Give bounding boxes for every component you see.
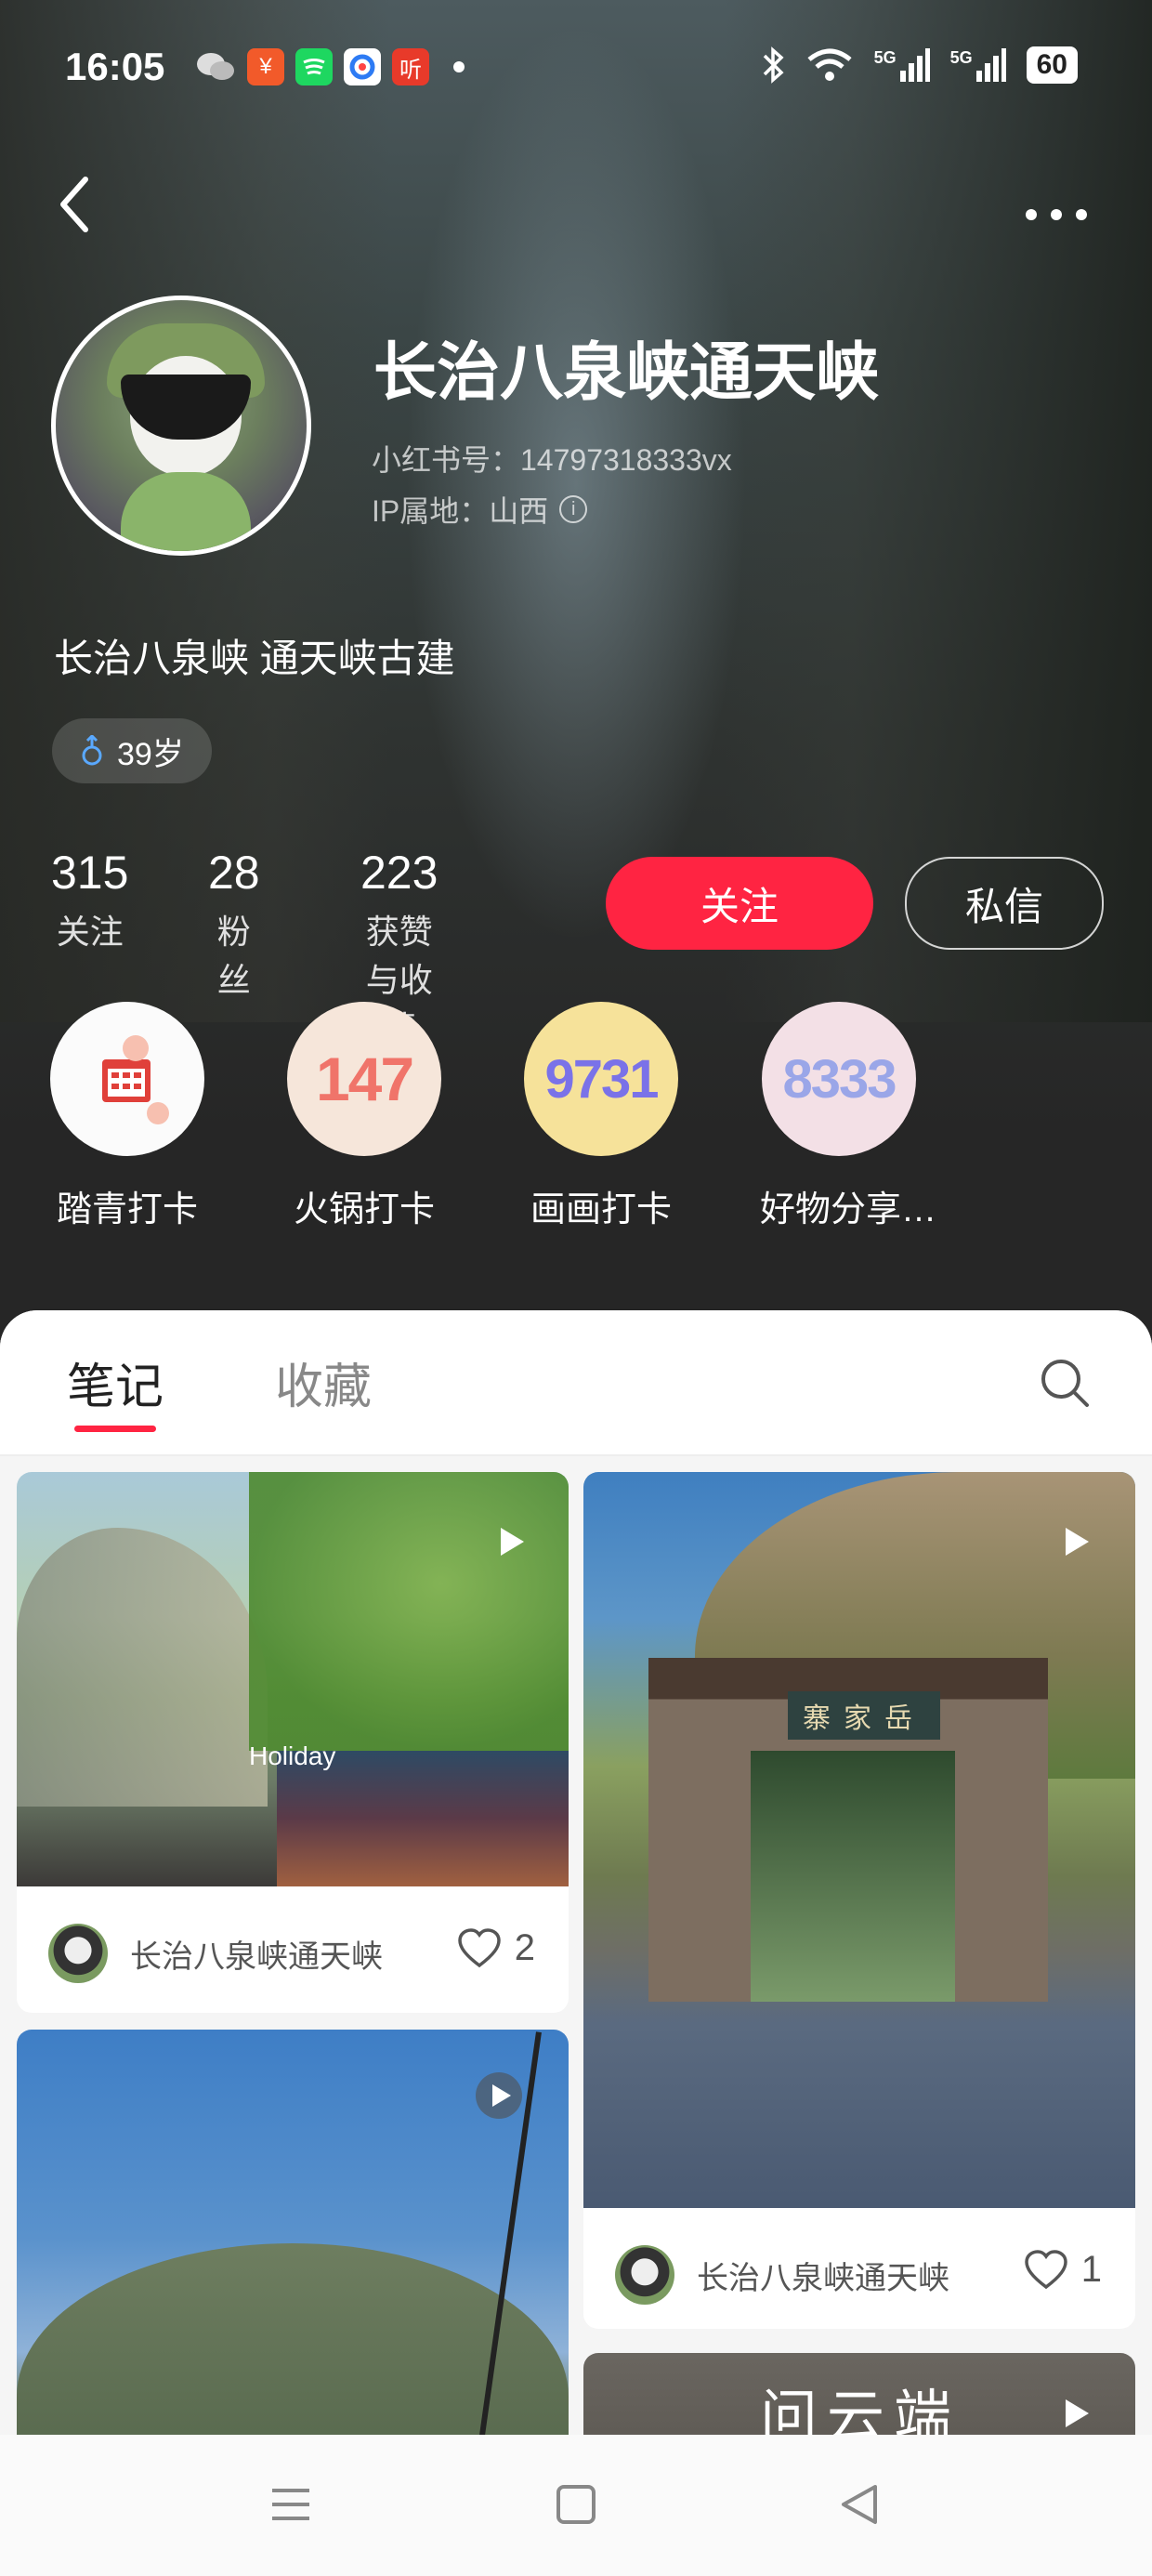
highlight-item[interactable]: 踏青打卡: [48, 1002, 206, 1231]
signal-bars-icon: [975, 48, 1006, 82]
highlight-item[interactable]: 8333 好物分享…: [760, 1002, 937, 1231]
browser-app-icon: [344, 48, 381, 85]
profile-bio: 长治八泉峡 通天峡古建: [54, 637, 455, 680]
back-nav-button[interactable]: [838, 2483, 881, 2530]
gate-sign: 寨家岳: [788, 1691, 940, 1740]
like-button[interactable]: 2: [457, 1927, 535, 1969]
willow-tree: [249, 1472, 569, 1751]
network-type-2: 5G: [949, 48, 973, 67]
notification-icons: ¥ 听: [195, 48, 465, 85]
highlight-label: 火锅打卡: [293, 1190, 435, 1229]
note-card[interactable]: 寨家岳 长治八泉峡通天峡 1: [583, 1472, 1135, 2329]
highlight-cover: 8333: [762, 1002, 916, 1156]
status-time: 16:05: [65, 45, 165, 88]
back-button[interactable]: [54, 172, 95, 237]
system-navigation-bar: [0, 2435, 1152, 2576]
stat-label: 关注: [56, 913, 124, 951]
triangle-back-icon: [842, 2485, 877, 2524]
status-bar: 16:05 ¥ 听 5G 5G 60: [0, 37, 1152, 102]
info-icon[interactable]: i: [559, 495, 588, 523]
gate-opening: [751, 1751, 955, 2002]
play-icon: [1066, 1528, 1089, 1556]
avatar-body: [121, 472, 251, 551]
tab-collections[interactable]: 收藏: [275, 1347, 372, 1417]
search-button[interactable]: [1037, 1355, 1093, 1411]
highlight-badge-number: 8333: [782, 1048, 897, 1110]
profile-ip-location[interactable]: IP属地：山西 i: [372, 488, 588, 531]
play-icon: [476, 2072, 522, 2119]
highlight-badge-number: 147: [315, 1045, 414, 1113]
calendar-sticker-icon: [102, 1035, 169, 1124]
wifi-icon: [807, 48, 852, 81]
more-dots-icon: [1026, 209, 1087, 220]
menu-icon: [272, 2489, 309, 2520]
bluetooth-icon: [763, 46, 784, 84]
search-icon: [1041, 1360, 1089, 1407]
profile-avatar[interactable]: [51, 296, 311, 556]
author-name[interactable]: 长治八泉峡通天峡: [697, 2253, 949, 2298]
like-button[interactable]: 1: [1024, 2249, 1102, 2291]
signal-bars-icon: [899, 48, 930, 82]
home-button[interactable]: [555, 2483, 597, 2530]
signal-1: 5G: [874, 48, 930, 82]
stat-following[interactable]: 315 关注: [51, 846, 128, 953]
author-avatar[interactable]: [615, 2245, 674, 2305]
note-caption: 长治八泉峡通天峡 1: [583, 2208, 1135, 2329]
stat-value: 28: [208, 847, 260, 899]
author-name[interactable]: 长治八泉峡通天峡: [130, 1931, 383, 1977]
play-icon: [501, 1528, 524, 1556]
content-tabs: 笔记 收藏: [0, 1310, 1152, 1456]
wechat-icon: [195, 48, 236, 85]
stat-value: 223: [360, 847, 439, 899]
play-icon: [1066, 2399, 1089, 2427]
note-card[interactable]: Holiday 长治八泉峡通天峡 2: [17, 1472, 569, 2013]
listen-app-icon: 听: [392, 48, 429, 85]
message-button[interactable]: 私信: [905, 857, 1104, 950]
stat-followers[interactable]: 28 粉丝: [208, 846, 260, 1002]
stat-label: 粉丝: [216, 913, 251, 999]
profile-name: 长治八泉峡通天峡: [373, 337, 880, 408]
age-text: 39岁: [117, 736, 184, 772]
highlight-label: 踏青打卡: [56, 1190, 198, 1229]
like-count: 2: [514, 1927, 535, 1968]
profile-red-id[interactable]: 小红书号：14797318333vx: [372, 437, 732, 480]
stat-value: 315: [51, 847, 129, 899]
heart-icon: [457, 1927, 501, 1967]
music-app-icon: [295, 48, 333, 85]
highlight-badge-number: 9731: [544, 1048, 659, 1110]
highlight-cover: 9731: [524, 1002, 678, 1156]
highlight-item[interactable]: 147 火锅打卡: [285, 1002, 443, 1231]
follow-button[interactable]: 关注: [606, 857, 873, 950]
highlight-cover: [50, 1002, 204, 1156]
author-avatar[interactable]: [48, 1924, 108, 1983]
battery-indicator: 60: [1026, 46, 1078, 84]
age-tag: 39岁: [52, 718, 212, 783]
highlight-label: 画画打卡: [530, 1190, 672, 1229]
highlight-label: 好物分享…: [760, 1190, 937, 1229]
status-right: 5G 5G 60: [761, 46, 1078, 84]
cliff-shape: [17, 1528, 268, 1807]
more-button[interactable]: [1024, 181, 1089, 235]
note-caption: 长治八泉峡通天峡 2: [17, 1886, 569, 2007]
network-type-1: 5G: [873, 48, 897, 67]
note-cover-image: Holiday: [17, 1472, 569, 1886]
content-panel: 笔记 收藏 Holiday 长治八泉峡通天峡 2 寨家岳 长治八泉峡通天峡 1 …: [0, 1310, 1152, 2576]
ip-location-text: IP属地：山西: [372, 494, 549, 528]
highlight-cover: 147: [287, 1002, 441, 1156]
square-home-icon: [556, 2485, 596, 2524]
more-notifications-dot: [453, 61, 465, 72]
tab-notes[interactable]: 笔记: [67, 1347, 164, 1417]
heart-icon: [1024, 2249, 1067, 2289]
male-icon: [82, 735, 102, 766]
chevron-left-icon: [60, 177, 88, 232]
highlight-item[interactable]: 9731 画画打卡: [522, 1002, 680, 1231]
signal-2: 5G: [950, 48, 1006, 82]
note-overlay-text: Holiday: [249, 1741, 336, 1770]
note-cover-image: 寨家岳: [583, 1472, 1135, 2208]
pay-app-icon: ¥: [247, 48, 284, 85]
menu-button[interactable]: [269, 2483, 312, 2530]
like-count: 1: [1080, 2249, 1102, 2290]
active-tab-indicator: [74, 1426, 156, 1432]
